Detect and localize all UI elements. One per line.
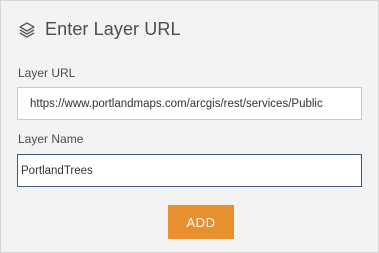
layer-name-label: Layer Name xyxy=(18,132,84,146)
panel-header: Enter Layer URL xyxy=(18,19,181,40)
layer-url-input[interactable] xyxy=(17,87,362,120)
layer-url-label: Layer URL xyxy=(18,66,76,80)
layers-icon xyxy=(18,21,36,39)
layer-name-input[interactable] xyxy=(17,154,362,187)
add-button[interactable]: ADD xyxy=(168,205,234,239)
enter-layer-url-panel: Enter Layer URL Layer URL Layer Name ADD xyxy=(0,0,379,253)
panel-title: Enter Layer URL xyxy=(45,19,181,39)
